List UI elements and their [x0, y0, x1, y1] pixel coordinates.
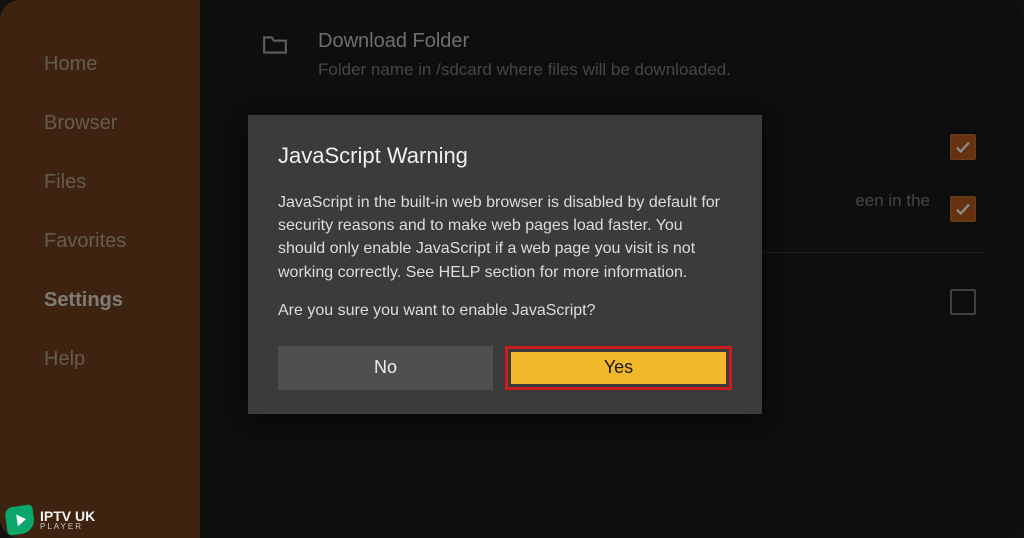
dialog-title: JavaScript Warning: [278, 143, 732, 169]
watermark-line2: PLAYER: [40, 523, 95, 531]
dialog-body: JavaScript in the built-in web browser i…: [278, 191, 732, 284]
yes-button-highlight: Yes: [505, 346, 732, 390]
yes-button[interactable]: Yes: [511, 352, 726, 384]
dialog-button-row: No Yes: [278, 346, 732, 390]
dialog-question: Are you sure you want to enable JavaScri…: [278, 302, 732, 320]
app-window: Home Browser Files Favorites Settings He…: [0, 0, 1024, 538]
no-button[interactable]: No: [278, 346, 493, 390]
watermark-logo: IPTV UK PLAYER: [6, 506, 95, 534]
javascript-warning-dialog: JavaScript Warning JavaScript in the bui…: [248, 115, 762, 414]
play-icon: [4, 504, 36, 536]
